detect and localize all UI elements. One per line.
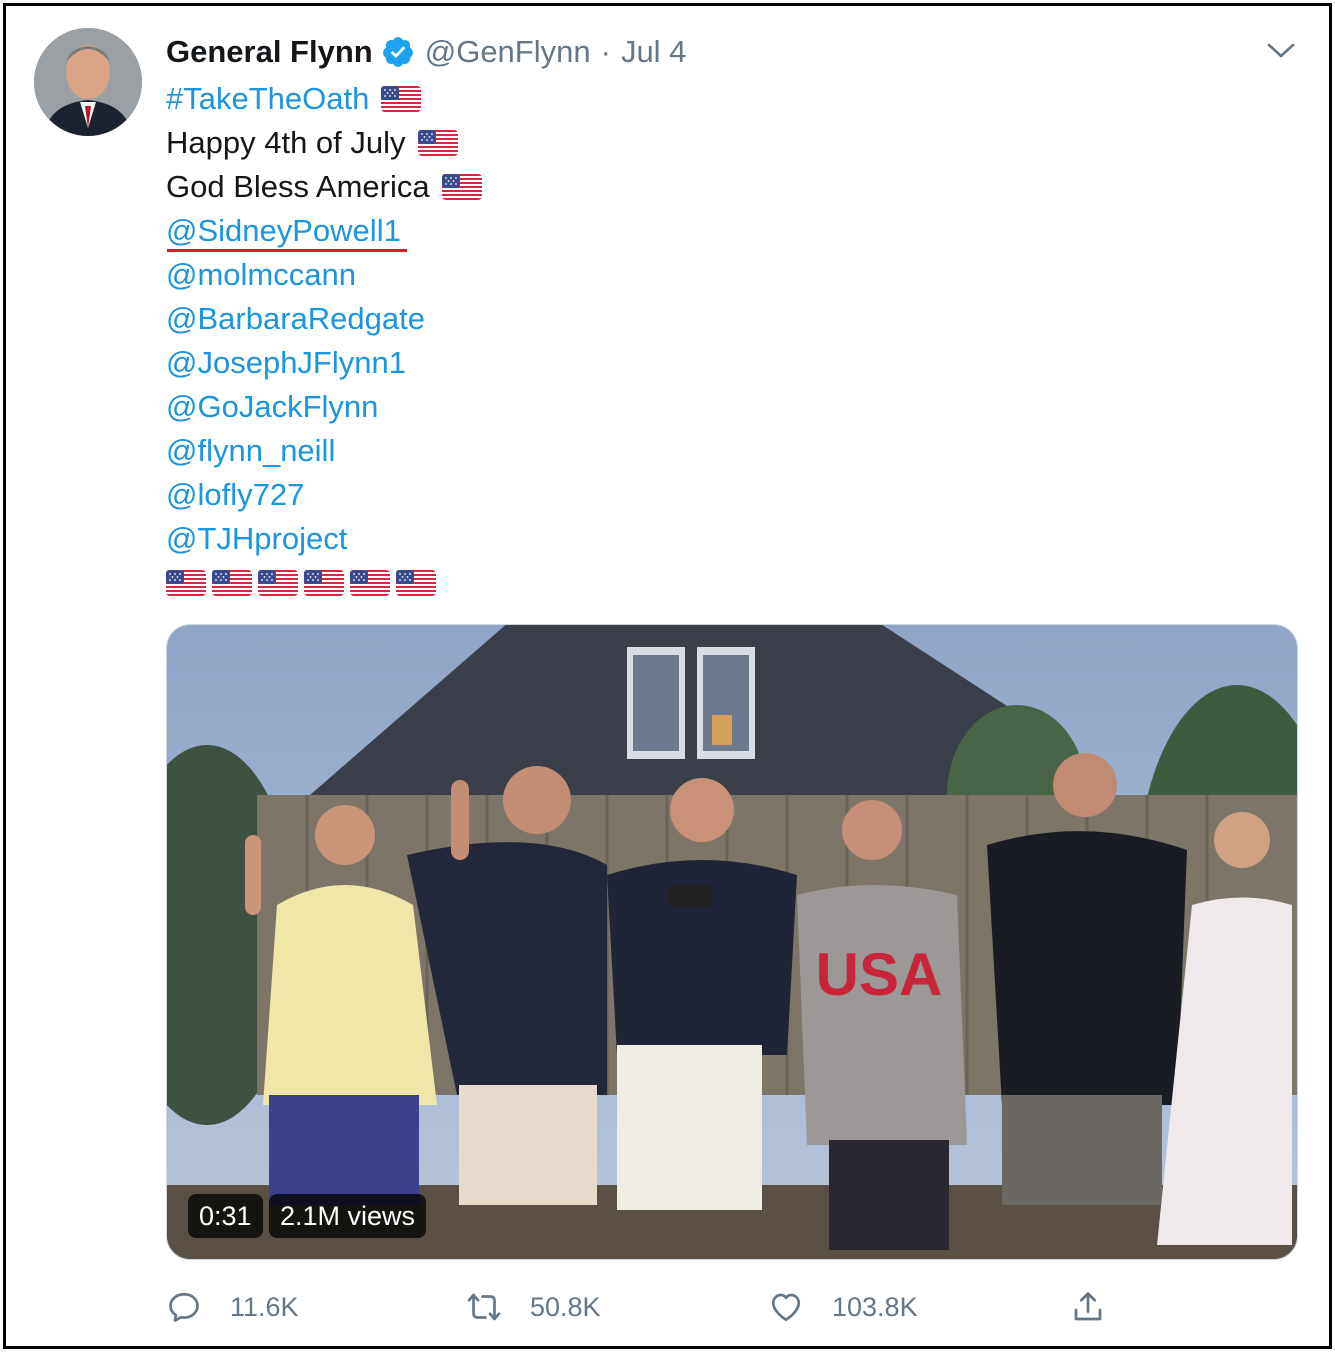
mention-link[interactable]: @lofly727 [166,473,304,517]
us-flag-icon [258,570,298,596]
author-handle[interactable]: @GenFlynn [425,34,591,70]
mention-link[interactable]: @SidneyPowell1 [166,209,401,253]
share-icon [1074,1292,1102,1321]
us-flag-icon [350,570,390,596]
text-line: Happy 4th of July [166,121,482,165]
like-icon [771,1293,801,1322]
tweet-header: General Flynn @GenFlynn · Jul 4 [166,30,686,74]
tweet-body: #TakeTheOath Happy 4th of July God Bless… [166,77,482,605]
like-button[interactable]: 103.8K [768,1282,918,1332]
tweet-actions: 11.6K 50.8K 103.8K [166,1282,1116,1332]
mention-link[interactable]: @BarbaraRedgate [166,297,425,341]
video-player[interactable]: USA 0:31 2.1M views [166,624,1298,1260]
us-flag-icon [381,86,421,112]
shirt-text: USA [816,941,943,1008]
tweet-date[interactable]: Jul 4 [621,34,686,70]
separator-dot: · [600,34,611,69]
us-flag-icon [442,174,482,200]
verified-badge-icon [381,35,415,69]
retweet-icon [467,1293,501,1321]
reply-button[interactable]: 11.6K [166,1282,299,1332]
us-flag-icon [166,570,206,596]
retweet-count: 50.8K [530,1291,601,1322]
like-count: 103.8K [832,1291,918,1322]
retweet-button[interactable]: 50.8K [466,1282,601,1332]
annotation-underline [167,249,407,252]
text-line: God Bless America [166,165,482,209]
video-views-badge: 2.1M views [269,1194,427,1238]
flag-row [166,561,482,605]
chevron-down-icon[interactable] [1264,36,1298,64]
tweet-text: God Bless America [166,169,430,204]
tweet-text: Happy 4th of July [166,125,406,160]
hashtag-link[interactable]: #TakeTheOath [166,77,369,121]
share-button[interactable] [1070,1282,1134,1332]
mention-link[interactable]: @molmccann [166,253,356,297]
us-flag-icon [212,570,252,596]
reply-icon [169,1292,199,1322]
us-flag-icon [396,570,436,596]
hashtag-line: #TakeTheOath [166,77,482,121]
video-thumbnail: USA [167,625,1297,1259]
mention-link[interactable]: @flynn_neill [166,429,335,473]
mention-link[interactable]: @GoJackFlynn [166,385,378,429]
avatar[interactable] [34,28,142,136]
author-name[interactable]: General Flynn [166,34,373,70]
mention-link[interactable]: @TJHproject [166,517,347,561]
us-flag-icon [304,570,344,596]
reply-count: 11.6K [230,1291,299,1322]
us-flag-icon [418,130,458,156]
mention-link[interactable]: @JosephJFlynn1 [166,341,406,385]
video-duration-badge: 0:31 [188,1194,263,1238]
